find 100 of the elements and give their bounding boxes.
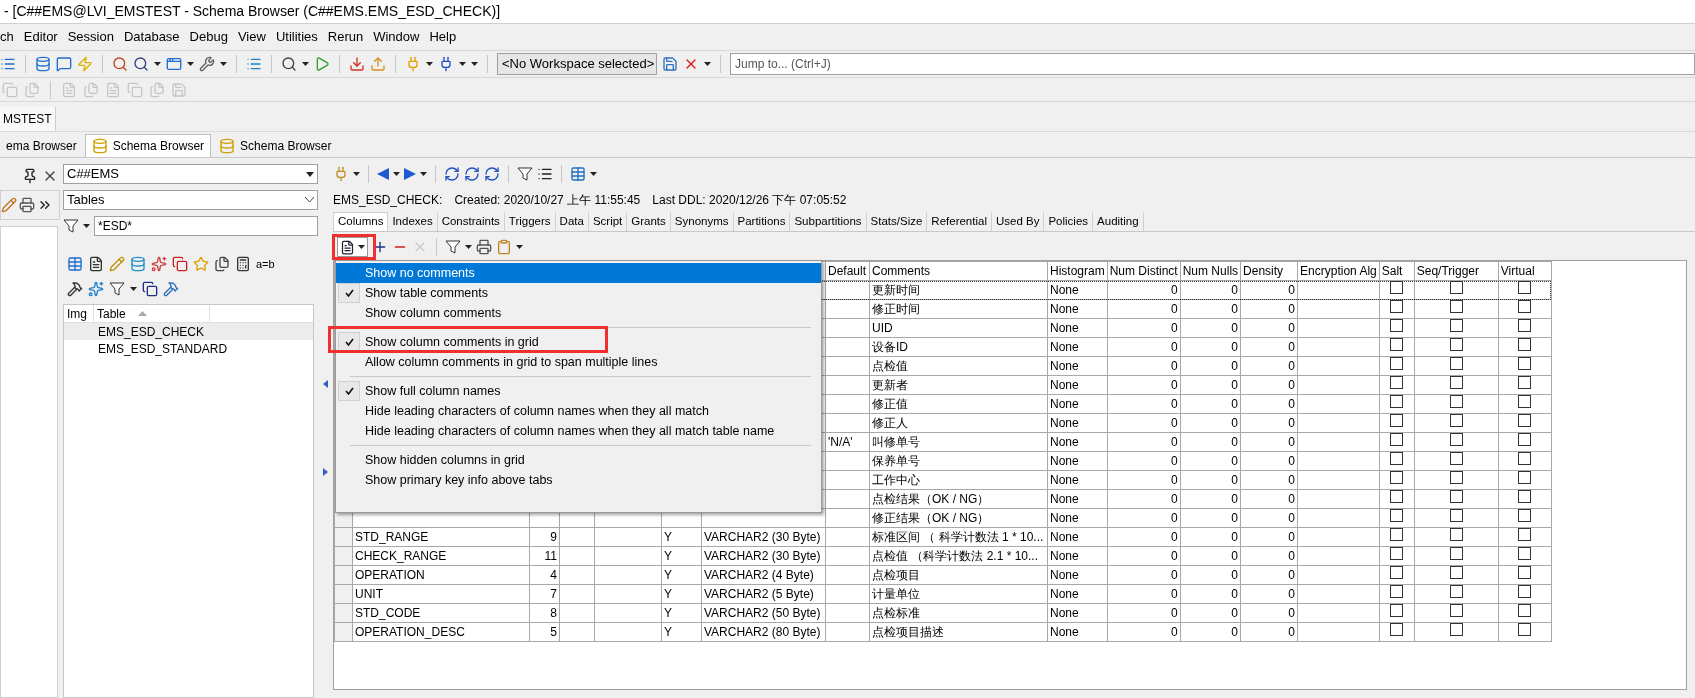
document-tab[interactable]: ema Browser	[0, 134, 83, 157]
checkbox[interactable]	[1390, 319, 1404, 332]
column-header[interactable]: Encryption Alg	[1297, 261, 1380, 281]
comment-icon[interactable]	[56, 56, 72, 72]
list-icon[interactable]	[537, 166, 553, 182]
refresh-all-icon[interactable]	[484, 166, 500, 182]
checkbox[interactable]	[1518, 357, 1532, 370]
checkbox[interactable]	[1449, 281, 1463, 294]
checkbox[interactable]	[1390, 585, 1404, 598]
caret-icon[interactable]	[220, 62, 227, 66]
caret-icon[interactable]	[393, 172, 400, 176]
column-header[interactable]: Virtual	[1498, 261, 1552, 281]
table-row[interactable]: EMS_ESD_STANDARD	[64, 340, 313, 357]
column-header[interactable]: Img	[64, 305, 94, 322]
menu-item[interactable]: Hide leading characters of column names when they all match	[336, 401, 821, 421]
printer-icon[interactable]	[19, 197, 35, 213]
collapse-left-icon[interactable]	[323, 380, 328, 388]
caret-icon[interactable]	[516, 245, 523, 249]
pencil-icon[interactable]	[1, 197, 17, 213]
checkbox[interactable]	[1518, 585, 1532, 598]
spark-icon[interactable]	[88, 281, 104, 297]
checkbox[interactable]	[1390, 376, 1404, 389]
menu-item[interactable]: Hide leading characters of column names when they all match table name	[336, 421, 821, 441]
checkbox[interactable]	[1518, 395, 1532, 408]
column-header[interactable]: Num Nulls	[1180, 261, 1241, 281]
checkbox[interactable]	[1518, 528, 1532, 541]
star-icon[interactable]	[193, 256, 209, 272]
caret-icon[interactable]	[704, 62, 711, 66]
checkbox[interactable]	[1449, 300, 1463, 313]
checkbox[interactable]	[1390, 414, 1404, 427]
database-icon[interactable]	[130, 256, 146, 272]
sql-icon[interactable]	[151, 256, 167, 272]
menu-item[interactable]: Show full column names	[336, 381, 821, 401]
column-header[interactable]: Seq/Trigger	[1414, 261, 1499, 281]
magnifier-icon[interactable]	[133, 56, 149, 72]
checkbox[interactable]	[1518, 376, 1532, 389]
checkbox[interactable]	[1390, 566, 1404, 579]
checkbox[interactable]	[1390, 547, 1404, 560]
calculator-icon[interactable]	[235, 256, 251, 272]
download-icon[interactable]	[349, 56, 365, 72]
menu-item[interactable]: Database	[118, 27, 185, 47]
search-icon[interactable]	[112, 56, 128, 72]
filter-field[interactable]: *ESD*	[94, 216, 318, 236]
checkbox[interactable]	[1390, 528, 1404, 541]
column-header[interactable]: Table	[97, 304, 126, 323]
menu-item[interactable]: Show table comments	[336, 283, 821, 303]
checkbox[interactable]	[1449, 566, 1463, 579]
menu-item[interactable]: Rerun	[322, 27, 369, 47]
back-arrow-icon[interactable]	[377, 168, 389, 180]
comments-icon[interactable]	[340, 239, 355, 255]
checkbox[interactable]	[1449, 376, 1463, 389]
checkbox[interactable]	[1449, 414, 1463, 427]
checkbox[interactable]	[1449, 433, 1463, 446]
menu-item[interactable]: View	[232, 27, 271, 47]
refresh-one-icon[interactable]	[464, 166, 480, 182]
caret-icon[interactable]	[302, 62, 309, 66]
tools-icon[interactable]	[199, 56, 215, 72]
menu-item[interactable]: Allow column comments in grid to span multiple lines	[336, 352, 821, 372]
checkbox[interactable]	[1390, 490, 1404, 503]
checkbox[interactable]	[1518, 547, 1532, 560]
checkbox[interactable]	[1449, 395, 1463, 408]
menu-item[interactable]: Debug	[184, 27, 233, 47]
checkbox[interactable]	[1449, 604, 1463, 617]
menu-item[interactable]: Show primary key info above tabs	[336, 470, 821, 490]
checkbox[interactable]	[1518, 490, 1532, 503]
unplug-icon[interactable]	[438, 56, 454, 72]
column-header[interactable]: Salt	[1379, 261, 1415, 281]
checkbox[interactable]	[1449, 509, 1463, 522]
menu-item[interactable]: Help	[424, 27, 462, 47]
checkbox[interactable]	[1449, 547, 1463, 560]
table-icon[interactable]	[67, 256, 83, 272]
checkbox[interactable]	[1518, 509, 1532, 522]
caret-icon[interactable]	[353, 172, 360, 176]
menu-item[interactable]: Show hidden columns in grid	[336, 450, 821, 470]
jump-field[interactable]: Jump to... (Ctrl+J)	[730, 53, 1695, 75]
menu-item[interactable]: ch	[0, 27, 19, 47]
menu-item[interactable]: Show column comments in grid	[336, 332, 821, 352]
compare-button[interactable]: a=b	[256, 255, 275, 273]
menu-item[interactable]: Utilities	[270, 27, 323, 47]
menu-item[interactable]: Show no comments	[336, 263, 821, 283]
funnel-icon[interactable]	[63, 218, 79, 234]
checkbox[interactable]	[1518, 319, 1532, 332]
checkbox[interactable]	[1518, 566, 1532, 579]
connection-tab[interactable]: MSTEST	[0, 107, 56, 131]
checkbox[interactable]	[1449, 319, 1463, 332]
dependencies-icon[interactable]	[214, 256, 230, 272]
pin-icon[interactable]	[22, 168, 38, 184]
column-header[interactable]: Density	[1240, 261, 1298, 281]
hammer-icon[interactable]	[67, 281, 83, 297]
checkbox[interactable]	[1390, 395, 1404, 408]
axe-icon[interactable]	[163, 281, 179, 297]
checkbox[interactable]	[1390, 300, 1404, 313]
compare-icon[interactable]	[142, 281, 158, 297]
checkbox[interactable]	[1449, 338, 1463, 351]
caret-icon[interactable]	[187, 62, 194, 66]
checkbox[interactable]	[1518, 281, 1532, 294]
menu-item[interactable]: Editor	[18, 27, 63, 47]
workspace-dropdown[interactable]: <No Workspace selected>	[497, 53, 657, 75]
table-row[interactable]: EMS_ESD_CHECK	[64, 323, 313, 340]
checkbox[interactable]	[1518, 604, 1532, 617]
